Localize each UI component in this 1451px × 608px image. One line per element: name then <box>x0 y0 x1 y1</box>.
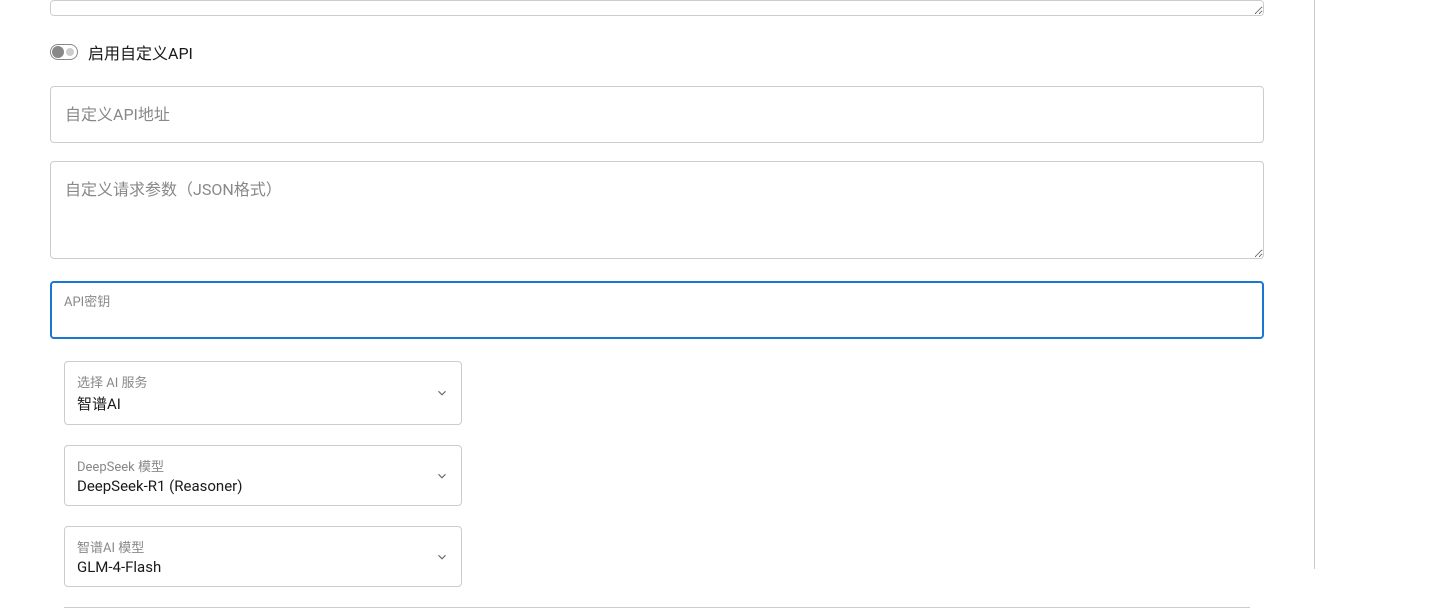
chevron-down-icon <box>435 550 449 564</box>
zhipu-model-select-value: GLM-4-Flash <box>77 558 421 576</box>
enable-custom-api-label: 启用自定义API <box>88 40 193 64</box>
ai-service-select[interactable]: 选择 AI 服务 智谱AI <box>64 361 462 425</box>
previous-textarea[interactable] <box>50 0 1264 16</box>
deepseek-model-select-label: DeepSeek 模型 <box>77 456 421 475</box>
zhipu-model-select-label: 智谱AI 模型 <box>77 537 421 556</box>
chevron-down-icon <box>435 469 449 483</box>
deepseek-model-select[interactable]: DeepSeek 模型 DeepSeek-R1 (Reasoner) <box>64 445 462 506</box>
custom-request-params-textarea[interactable] <box>50 161 1264 259</box>
toggle-knob-icon-shadow <box>66 48 74 56</box>
enable-custom-api-toggle[interactable] <box>50 44 78 60</box>
api-key-input[interactable] <box>52 283 1262 337</box>
deepseek-model-select-value: DeepSeek-R1 (Reasoner) <box>77 477 421 495</box>
settings-form-container: 启用自定义API API密钥 选择 AI 服务 智谱AI DeepSeek 模型… <box>0 0 1315 569</box>
toggle-knob-icon <box>52 46 64 58</box>
ai-service-select-label: 选择 AI 服务 <box>77 372 421 391</box>
custom-api-url-input[interactable] <box>50 86 1264 143</box>
ai-service-select-value: 智谱AI <box>77 393 421 414</box>
chevron-down-icon <box>435 386 449 400</box>
api-key-group: API密钥 <box>50 281 1264 339</box>
enable-custom-api-row: 启用自定义API <box>50 40 1264 64</box>
custom-api-url-group <box>50 86 1264 143</box>
zhipu-model-select[interactable]: 智谱AI 模型 GLM-4-Flash <box>64 526 462 587</box>
custom-request-params-group <box>50 161 1264 263</box>
